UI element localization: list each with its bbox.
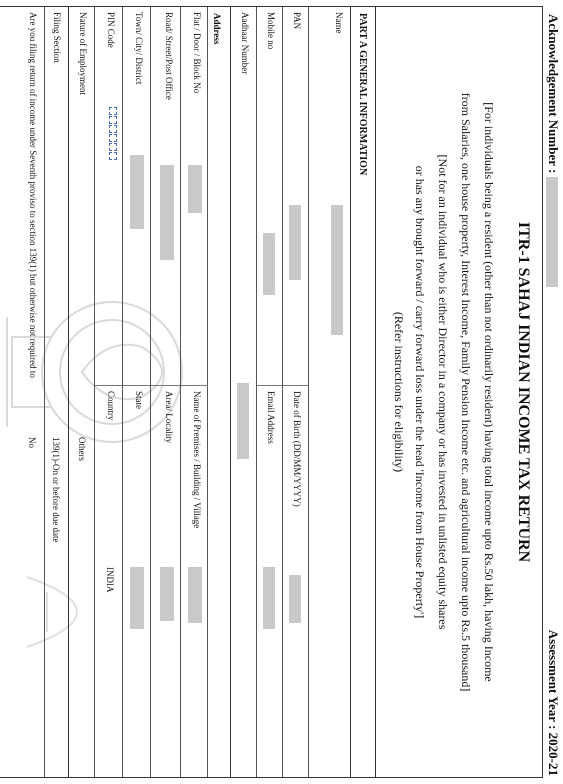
column-divider [95, 385, 122, 386]
employment-value: Others [77, 437, 87, 461]
employment-label: Nature of Employment [78, 12, 88, 95]
road-row: Road/ Street/Post Office Area/ Locality [150, 7, 180, 777]
pan-label: PAN [292, 12, 302, 30]
area-value-redacted[interactable] [160, 567, 174, 621]
town-label: Town/ City/ District [134, 12, 144, 85]
seventh-proviso-value: No [27, 437, 37, 448]
name-label: Name [334, 12, 344, 34]
area-label: Area/ Locality [164, 391, 174, 444]
country-label: Country [106, 391, 116, 421]
seventh-proviso-label: Are you filing return of income under Se… [28, 12, 38, 378]
form-title: ITR-1 SAHAJ INDIAN INCOME TAX RETURN [515, 221, 532, 563]
state-value-redacted[interactable] [130, 567, 144, 629]
mobile-value-redacted[interactable] [263, 233, 275, 295]
state-label: State [134, 391, 144, 409]
pan-value-redacted[interactable] [289, 205, 301, 280]
road-label: Road/ Street/Post Office [164, 12, 174, 100]
pan-row: PAN Date of Birth (DD/MM/YYYY) [282, 7, 308, 777]
form-frame: ITR-1 SAHAJ INDIAN INCOME TAX RETURN [Fo… [0, 6, 543, 778]
aadhaar-label: Aadhaar Number [240, 12, 250, 75]
column-divider [181, 385, 208, 386]
town-row: Town/ City/ District State [122, 7, 150, 777]
ack-label: Acknowledgement Number : [546, 14, 561, 174]
assessment-year: Assessment Year : 2020-21 [546, 629, 561, 776]
premises-label: Name of Premises / Building / Village [192, 391, 202, 529]
name-row: Name [308, 7, 350, 777]
ack-value-redacted [545, 177, 558, 288]
description-line-1: [For individuals being a resident (other… [482, 102, 496, 682]
employment-row: Nature of Employment Others [68, 7, 94, 777]
column-divider [257, 385, 282, 386]
acknowledgement-number: Acknowledgement Number : [545, 14, 561, 288]
aadhaar-value-redacted[interactable] [237, 383, 249, 459]
flat-value-redacted[interactable] [188, 165, 202, 213]
address-heading: Address [212, 13, 222, 45]
mobile-label: Mobile no [266, 12, 276, 50]
column-divider [283, 385, 308, 386]
description-line-3: [Not for an individual who is either Dir… [436, 154, 450, 630]
dob-label: Date of Birth (DD/MM/YYYY) [292, 391, 302, 507]
mobile-row: Mobile no Email Address [256, 7, 282, 777]
filing-section-row: Filing Section 139(1)-On or before due d… [44, 7, 68, 777]
filing-value: 139(1)-On or before due date [51, 437, 61, 543]
country-value: INDIA [105, 567, 115, 593]
flat-label: Flat / Door / Block No [192, 12, 202, 94]
premises-value-redacted[interactable] [188, 567, 202, 623]
eligibility-note: (Refer instructions for eligibility) [392, 311, 406, 473]
email-value-redacted[interactable] [263, 567, 275, 629]
pin-label: PIN Code [106, 12, 116, 48]
pin-row: PIN Code Country INDIA [94, 7, 122, 777]
itr-form-page: Acknowledgement Number : Assessment Year… [0, 0, 563, 784]
filing-label: Filing Section [52, 12, 62, 63]
flat-row: Flat / Door / Block No Name of Premises … [180, 7, 208, 777]
dob-value-redacted[interactable] [289, 575, 301, 623]
form-description: [For individuals being a resident (other… [408, 25, 500, 759]
column-divider [151, 385, 180, 386]
column-divider [123, 385, 150, 386]
part-a-title: PART A GENERAL INFORMATION [350, 7, 376, 777]
pin-code-input[interactable] [107, 107, 117, 160]
town-value-redacted[interactable] [130, 155, 144, 229]
email-label: Email Address [266, 391, 276, 444]
seventh-proviso-row: Are you filing return of income under Se… [22, 7, 44, 777]
description-line-4: or has any brought forward / carry forwa… [413, 165, 427, 619]
road-value-redacted[interactable] [160, 165, 174, 260]
description-line-2: from Salaries, one house property, Inter… [459, 92, 473, 692]
aadhaar-row: Aadhaar Number [230, 7, 256, 777]
name-value-redacted[interactable] [331, 205, 343, 335]
